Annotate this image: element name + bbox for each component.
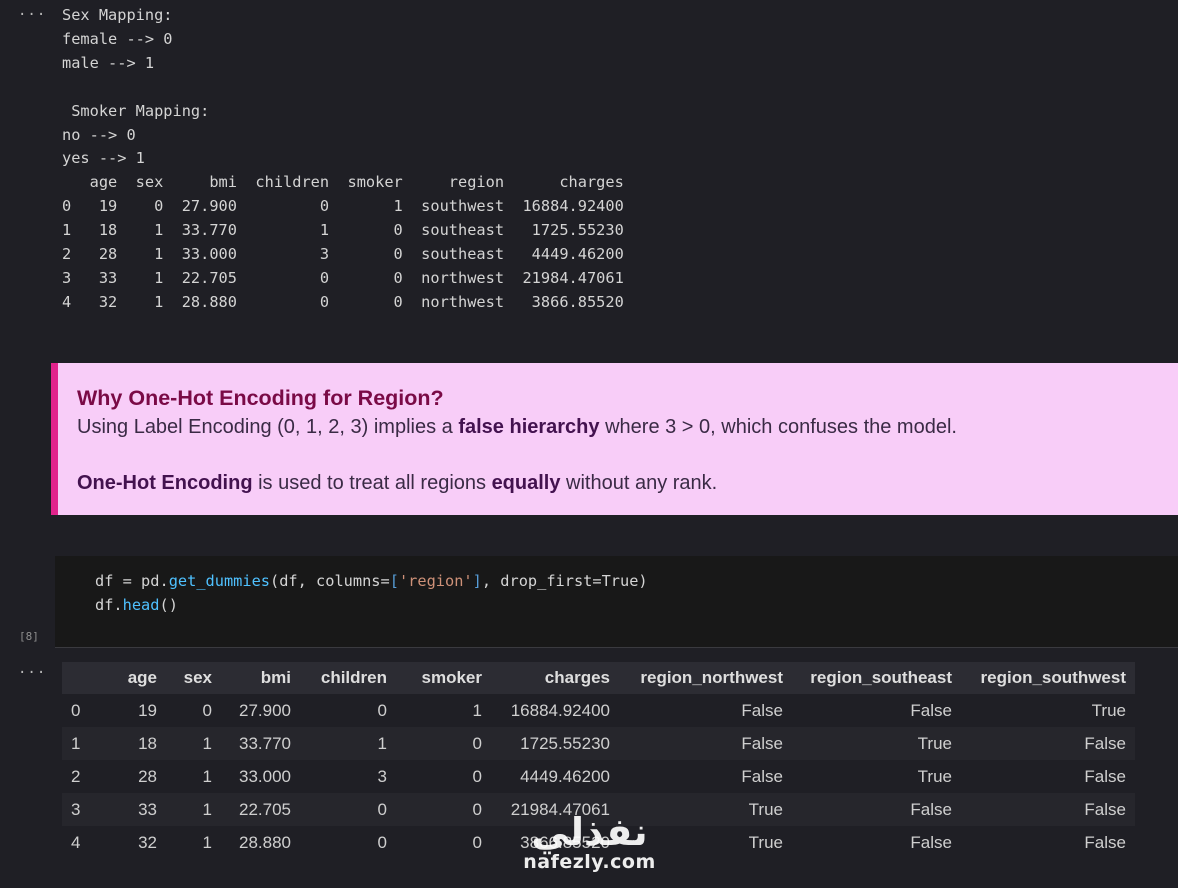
table-cell: 1 xyxy=(202,799,212,819)
table-cell: False xyxy=(1084,799,1126,819)
output-line: yes --> 1 xyxy=(62,149,145,168)
table-cell: 28.880 xyxy=(239,832,291,852)
table-cell: 0 xyxy=(377,832,387,852)
table-cell: 0 xyxy=(472,733,482,753)
table-row: 0 19 0 27.900 0 1 16884.92400 False False True xyxy=(62,694,1135,727)
table-cell: 33 xyxy=(138,799,157,819)
execution-count: [8] xyxy=(19,630,39,643)
table-cell: 0 xyxy=(377,700,387,720)
row-index: 4 xyxy=(71,832,81,852)
column-header: sex xyxy=(183,668,212,687)
watermark-url: nafezly.com xyxy=(523,851,656,873)
cell-output-text: Sex Mapping: female --> 0 male --> 1 Smoke… xyxy=(62,4,624,315)
code-line-2[interactable]: df.head() xyxy=(95,593,1178,617)
output-line: 0 19 0 27.900 0 1 southwest 16884.92400 xyxy=(62,197,624,216)
output-line: male --> 1 xyxy=(62,53,155,72)
callout-text: is used to treat all regions xyxy=(252,472,492,494)
table-cell: 0 xyxy=(472,832,482,852)
table-cell: 33.770 xyxy=(239,733,291,753)
table-cell: 1725.55230 xyxy=(520,733,610,753)
table-cell: 1 xyxy=(377,733,387,753)
output-line: 3 33 1 22.705 0 0 northwest 21984.47061 xyxy=(62,268,624,287)
table-cell: False xyxy=(741,766,783,786)
output-line: Sex Mapping: xyxy=(62,6,173,24)
column-header: age xyxy=(127,668,157,687)
code-line-1[interactable]: df = pd.get_dummies(df, columns=['region… xyxy=(95,569,1178,593)
callout-heading: Why One-Hot Encoding for Region? xyxy=(77,386,444,410)
callout-bold: One-Hot Encoding xyxy=(77,472,253,494)
column-header: children xyxy=(320,668,387,687)
table-cell: 27.900 xyxy=(239,700,291,720)
output-line: no --> 0 xyxy=(62,125,136,144)
table-cell: True xyxy=(917,733,952,753)
table-cell: False xyxy=(1084,766,1126,786)
table-cell: 0 xyxy=(377,799,387,819)
table-cell: 32 xyxy=(138,832,157,852)
column-header: charges xyxy=(544,668,610,687)
code-cell-editor[interactable]: df = pd.get_dummies(df, columns=['region… xyxy=(55,556,1178,648)
table-cell: 3 xyxy=(377,766,387,786)
output-line: 2 28 1 33.000 3 0 southeast 4449.46200 xyxy=(62,245,624,264)
column-header: region_northwest xyxy=(640,668,783,687)
table-cell: False xyxy=(741,700,783,720)
watermark-logo: نفذلي nafezly.com xyxy=(522,812,657,872)
callout-text: without any rank. xyxy=(560,472,718,494)
callout-text: Using Label Encoding (0, 1, 2, 3) implie… xyxy=(77,416,459,438)
table-header-row: age sex bmi children smoker charges region_nor… xyxy=(62,662,1135,694)
markdown-callout: Why One-Hot Encoding for Region? Using L… xyxy=(51,363,1178,515)
callout-paragraph-2: One-Hot Encoding is used to treat all re… xyxy=(77,469,1178,497)
row-index: 2 xyxy=(71,766,81,786)
table-cell: True xyxy=(917,766,952,786)
output-line: 4 32 1 28.880 0 0 northwest 3866.85520 xyxy=(62,292,624,311)
table-cell: 4449.46200 xyxy=(520,766,610,786)
table-cell: 16884.92400 xyxy=(510,700,610,720)
callout-paragraph-1: Using Label Encoding (0, 1, 2, 3) implie… xyxy=(77,413,1178,441)
column-header: region_southeast xyxy=(810,668,952,687)
watermark-arabic: نفذلي xyxy=(531,810,648,854)
table-cell: 33.000 xyxy=(239,766,291,786)
table-row: 1 18 1 33.770 1 0 1725.55230 False True False xyxy=(62,727,1135,760)
output-line: 1 18 1 33.770 1 0 southeast 1725.55230 xyxy=(62,221,624,240)
callout-bold: equally xyxy=(491,472,561,494)
row-index: 3 xyxy=(71,799,81,819)
table-cell: False xyxy=(741,733,783,753)
table-cell: False xyxy=(910,700,952,720)
output-line: female --> 0 xyxy=(62,29,173,48)
cell-output-more-icon[interactable]: ··· xyxy=(18,666,46,680)
column-header xyxy=(62,662,109,694)
table-cell: False xyxy=(1084,733,1126,753)
callout-text: where 3 > 0, which confuses the model. xyxy=(599,416,957,438)
table-cell: 0 xyxy=(202,700,212,720)
table-cell: False xyxy=(1084,832,1126,852)
column-header: region_southwest xyxy=(980,668,1126,687)
column-header: smoker xyxy=(421,668,482,687)
table-cell: False xyxy=(910,799,952,819)
table-cell: True xyxy=(1091,700,1126,720)
callout-bold: false hierarchy xyxy=(458,416,600,438)
column-header: bmi xyxy=(260,668,291,687)
output-line: age sex bmi children smoker region charg… xyxy=(62,173,624,192)
table-cell: 0 xyxy=(472,799,482,819)
table-cell: 1 xyxy=(202,766,212,786)
table-cell: 18 xyxy=(138,733,157,753)
table-cell: 1 xyxy=(202,832,212,852)
row-index: 1 xyxy=(71,733,81,753)
table-cell: 28 xyxy=(138,766,157,786)
table-cell: 1 xyxy=(202,733,212,753)
table-row: 2 28 1 33.000 3 0 4449.46200 False True False xyxy=(62,760,1135,793)
table-cell: 1 xyxy=(472,700,482,720)
table-cell: 0 xyxy=(472,766,482,786)
row-index: 0 xyxy=(71,700,81,720)
table-cell: 22.705 xyxy=(239,799,291,819)
table-cell: 19 xyxy=(138,700,157,720)
table-cell: False xyxy=(910,832,952,852)
output-line: Smoker Mapping: xyxy=(62,101,210,120)
cell-output-more-icon[interactable]: ··· xyxy=(18,8,46,22)
